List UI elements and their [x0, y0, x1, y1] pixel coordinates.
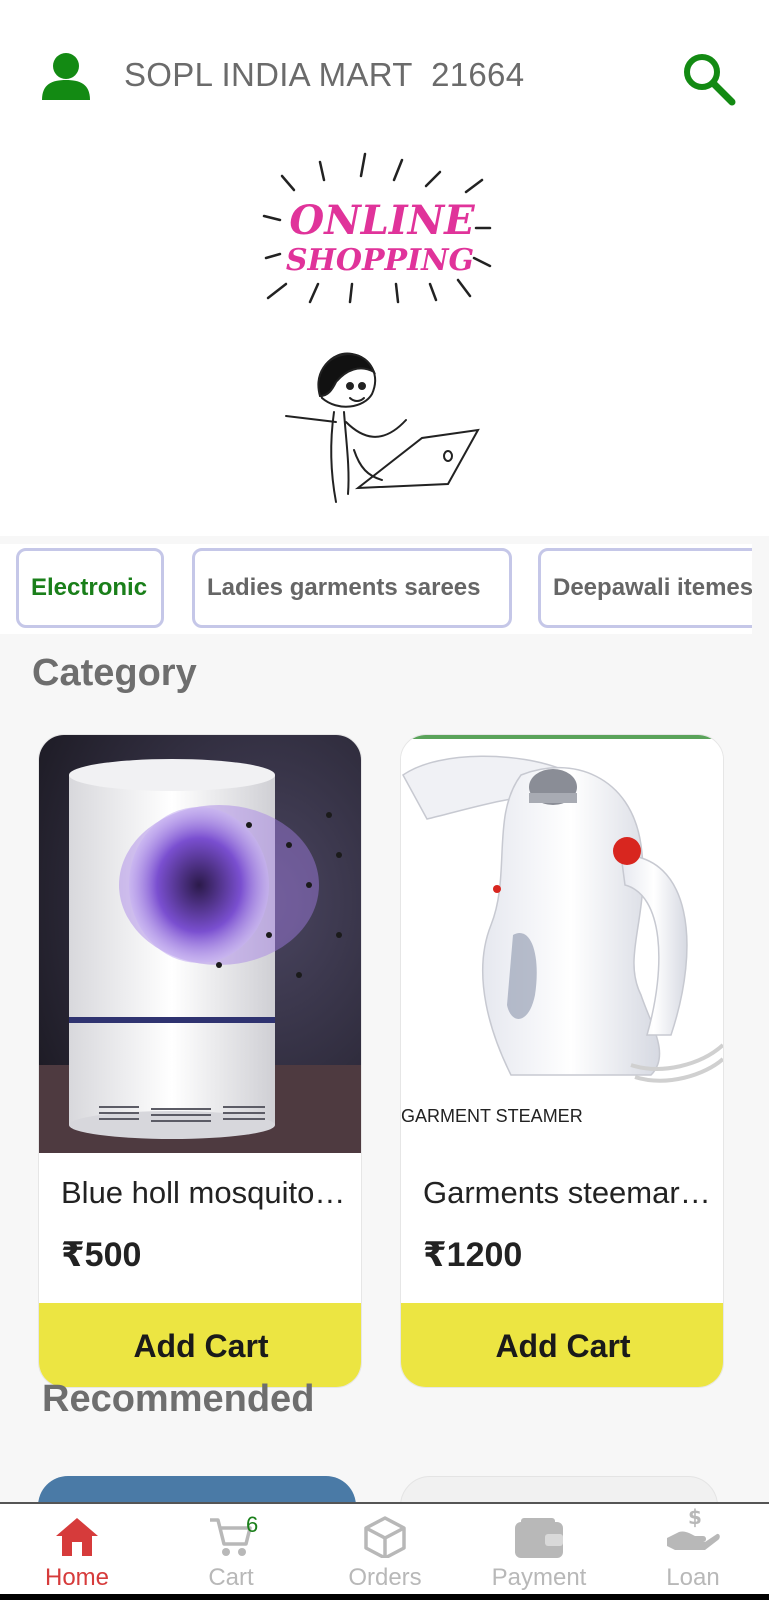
main-content: Category Blue holl mosquito… ₹500 Add Ca…: [0, 642, 769, 1502]
wallet-icon: [515, 1518, 563, 1558]
cart-count-badge: 6: [246, 1512, 259, 1537]
recommended-card[interactable]: [38, 1476, 356, 1502]
nav-cart-label: Cart: [208, 1564, 254, 1591]
add-cart-button[interactable]: Add Cart: [39, 1303, 361, 1387]
banner-line1: ONLINE: [289, 197, 475, 244]
loan-icon: $: [667, 1506, 720, 1550]
category-chips-bar: Electronic Ladies garments sarees Deepaw…: [0, 536, 769, 642]
box-icon: [364, 1516, 406, 1558]
online-shopping-banner: ONLINE SHOPPING: [262, 152, 492, 503]
chip-deepawali-itemes[interactable]: Deepawali itemes: [538, 548, 752, 628]
app-header: SOPL INDIA MART 21664: [0, 0, 769, 150]
banner-line2: SHOPPING: [286, 243, 474, 278]
home-icon: [56, 1518, 98, 1556]
nav-orders[interactable]: Orders: [308, 1504, 462, 1596]
nav-home-label: Home: [44, 1564, 110, 1591]
nav-loan[interactable]: $ Loan: [616, 1504, 769, 1596]
product-title[interactable]: Garments steemar i…: [423, 1175, 715, 1211]
mosquito-lamp-image: [39, 735, 361, 1153]
garment-steamer-image: GARMENT STEAMER: [401, 735, 723, 1153]
product-title[interactable]: Blue holl mosquito…: [61, 1175, 353, 1211]
nav-orders-label: Orders: [348, 1564, 422, 1591]
nav-cart[interactable]: 6 Cart: [154, 1504, 308, 1596]
person-icon[interactable]: [40, 50, 92, 102]
svg-text:$: $: [688, 1506, 702, 1529]
nav-payment-label: Payment: [491, 1564, 587, 1591]
category-chips: Electronic Ladies garments sarees Deepaw…: [0, 544, 752, 634]
store-name: SOPL INDIA MART 21664: [124, 56, 525, 93]
bottom-navigation: Home 6 Cart Orders Payment $ Loan: [0, 1502, 769, 1594]
system-bar: [0, 1594, 769, 1600]
product-price: ₹1200: [423, 1236, 523, 1274]
add-cart-button[interactable]: Add Cart: [401, 1303, 723, 1387]
product-card[interactable]: GARMENT STEAMER Garments steemar i… ₹120…: [400, 734, 724, 1388]
product-card[interactable]: Blue holl mosquito… ₹500 Add Cart: [38, 734, 362, 1388]
search-icon[interactable]: [680, 50, 736, 106]
recommended-card[interactable]: [400, 1476, 718, 1502]
product-price: ₹500: [61, 1236, 142, 1274]
category-title: Category: [32, 652, 197, 694]
recommended-title: Recommended: [42, 1378, 315, 1420]
chip-ladies-garments-sarees[interactable]: Ladies garments sarees: [192, 548, 512, 628]
nav-loan-label: Loan: [666, 1564, 720, 1591]
nav-home[interactable]: Home: [0, 1504, 154, 1596]
image-caption: GARMENT STEAMER: [401, 1106, 583, 1126]
nav-payment[interactable]: Payment: [462, 1504, 616, 1596]
chip-electronic[interactable]: Electronic: [16, 548, 164, 628]
